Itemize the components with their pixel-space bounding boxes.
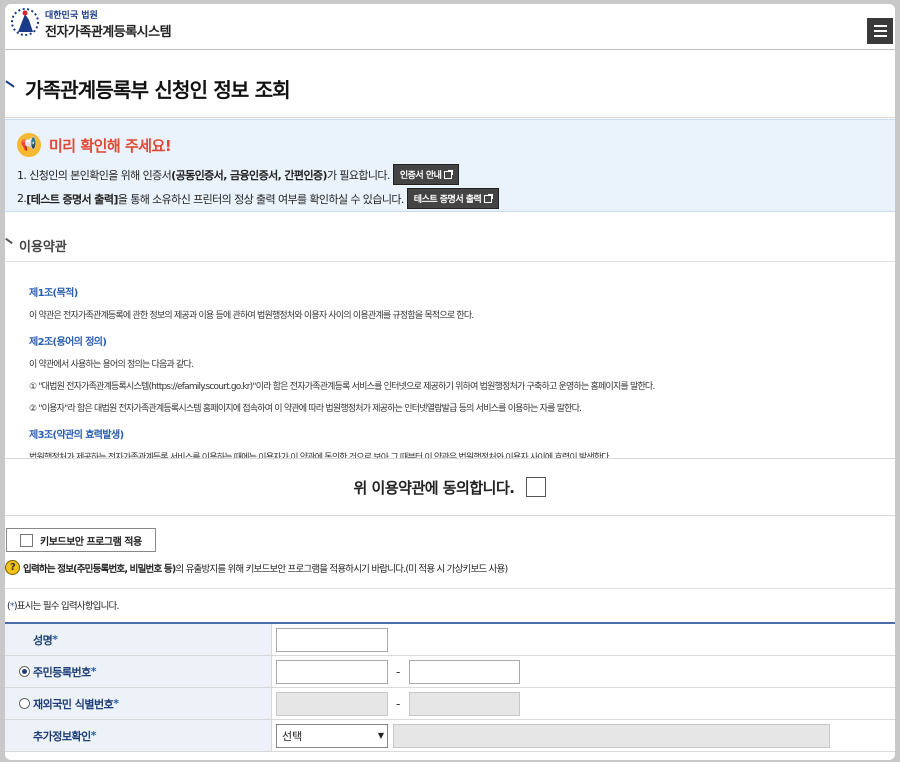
article-3-title: 제3조(약관의 효력발생)	[29, 430, 124, 441]
rrn-value-cell: -	[272, 656, 895, 687]
top-header: 대한민국 법원 전자가족관계등록시스템	[5, 4, 895, 50]
keyboard-info-bold: 입력하는 정보(주민등록번호, 비밀번호 등)	[23, 563, 176, 575]
notice-title: 미리 확인해 주세요!	[49, 137, 172, 155]
foreign-id-radio[interactable]	[19, 698, 30, 709]
article-2-title: 제2조(용어의 정의)	[29, 337, 107, 348]
form-row-extra-info: 추가정보확인 * 선택 ▼	[5, 720, 895, 752]
keyboard-security-label: 키보드보안 프로그램 적용	[40, 536, 142, 548]
article-2-intro: 이 약관에서 사용하는 용어의 정의는 다음과 같다.	[29, 360, 194, 370]
foreign-id-back-input[interactable]	[409, 691, 521, 716]
form-row-foreign-id: 재외국민 식별번호 * -	[5, 688, 895, 720]
required-note-text: )표시는 필수 입력사항입니다.	[13, 601, 120, 612]
foreign-id-value-cell: -	[272, 688, 895, 719]
required-star: *	[52, 633, 58, 646]
rrn-front-input[interactable]	[276, 659, 388, 684]
cert-guide-label: 인증서 안내	[399, 171, 442, 181]
hamburger-icon[interactable]	[867, 18, 893, 44]
article-3-body: 법원행정처가 제공하는 전자가족관계등록 서비스를 이용하는 때에는 이용자가 …	[29, 453, 612, 458]
article-2-item-2: ② "이용자"라 함은 대법원 전자가족관계등록시스템 홈페이지에 접속하여 이…	[29, 404, 582, 414]
terms-marker	[5, 237, 13, 245]
terms-scroll-area[interactable]: 제1조(목적) 이 약관은 전자가족관계등록에 관한 정보의 제공과 이용 등에…	[5, 262, 895, 458]
page-title-section: 가족관계등록부 신청인 정보 조회	[5, 50, 895, 118]
applicant-form-table: 성명 * 주민등록번호 * - 재외국민 식별번호 * - 추가정보확인 * 선…	[5, 622, 895, 752]
keyboard-security-checkbox[interactable]	[20, 533, 33, 547]
notice-text: 가 필요합니다.	[326, 168, 391, 182]
rrn-label-text: 주민등록번호	[33, 665, 91, 679]
test-print-button[interactable]: 테스트 증명서 출력	[406, 188, 500, 209]
name-label-text: 성명	[33, 633, 53, 647]
rrn-radio[interactable]	[19, 666, 30, 677]
required-star: *	[113, 697, 119, 710]
test-print-label: 테스트 증명서 출력	[413, 195, 482, 205]
foreign-id-dash: -	[396, 696, 401, 711]
dropdown-arrow-icon: ▼	[377, 731, 384, 740]
cert-guide-button[interactable]: 인증서 안내	[392, 164, 460, 185]
foreign-id-label: 재외국민 식별번호 *	[5, 688, 272, 719]
extra-info-label: 추가정보확인 *	[5, 720, 272, 751]
form-row-rrn: 주민등록번호 * -	[5, 656, 895, 688]
form-row-name: 성명 *	[5, 624, 895, 656]
rrn-back-input[interactable]	[409, 659, 521, 684]
megaphone-icon: 📢	[17, 133, 41, 157]
court-name: 대한민국 법원	[45, 11, 98, 21]
foreign-id-front-input[interactable]	[276, 691, 388, 716]
extra-info-input[interactable]	[393, 723, 830, 748]
terms-title: 이용약관	[19, 240, 67, 255]
name-input[interactable]	[276, 627, 388, 652]
keyboard-info-text: 의 유출방지를 위해 키보드보안 프로그램을 적용하시기 바랍니다.(미 적용 …	[175, 563, 508, 575]
notice-bold-text: (공동인증서, 금융인증서, 간편인증)	[171, 168, 327, 182]
extra-info-select-value: 선택	[282, 729, 303, 743]
article-1-title: 제1조(목적)	[29, 288, 78, 299]
foreign-id-label-text: 재외국민 식별번호	[33, 697, 114, 711]
terms-header: 이용약관	[5, 226, 895, 262]
external-link-icon	[444, 169, 454, 179]
article-2-item-1: ① "대법원 전자가족관계등록시스템(https://efamily.scour…	[29, 382, 655, 392]
title-marker	[5, 80, 15, 88]
system-name[interactable]: 전자가족관계등록시스템	[45, 21, 172, 40]
section-divider	[5, 588, 895, 589]
page-title: 가족관계등록부 신청인 정보 조회	[25, 78, 291, 102]
external-link-icon	[484, 193, 494, 203]
keyboard-info: ? 입력하는 정보(주민등록번호, 비밀번호 등) 의 유출방지를 위해 키보드…	[5, 560, 508, 575]
article-1-body: 이 약관은 전자가족관계등록에 관한 정보의 제공과 이용 등에 관하여 법원행…	[29, 311, 474, 321]
agree-checkbox[interactable]	[526, 477, 547, 497]
keyboard-security-button[interactable]: 키보드보안 프로그램 적용	[6, 528, 156, 552]
agree-label: 위 이용약관에 동의합니다.	[353, 478, 515, 497]
name-label: 성명 *	[5, 624, 272, 655]
notice-box: 📢 미리 확인해 주세요! 1. 신청인의 본인확인을 위해 인증서 (공동인증…	[5, 119, 895, 212]
rrn-label: 주민등록번호 *	[5, 656, 272, 687]
notice-line-1: 1. 신청인의 본인확인을 위해 인증서 (공동인증서, 금융인증서, 간편인증…	[17, 164, 460, 185]
extra-info-value-cell: 선택 ▼	[272, 720, 895, 751]
required-star: *	[90, 729, 97, 742]
required-star: *	[90, 665, 97, 678]
rrn-dash: -	[396, 664, 401, 679]
notice-text: 1. 신청인의 본인확인을 위해 인증서	[17, 168, 172, 182]
required-note: (*)표시는 필수 입력사항입니다.	[7, 598, 120, 612]
extra-info-select[interactable]: 선택 ▼	[276, 723, 388, 748]
name-value-cell	[272, 624, 895, 655]
browser-frame: 대한민국 법원 전자가족관계등록시스템 가족관계등록부 신청인 정보 조회 📢 …	[5, 4, 895, 760]
notice-text: 2.	[17, 192, 27, 205]
extra-info-label-text: 추가정보확인	[33, 729, 91, 743]
notice-line-2: 2. [테스트 증명서 출력] 을 통해 소유하신 프린터의 정상 출력 여부를…	[17, 188, 500, 209]
terms-agree-row: 위 이용약관에 동의합니다.	[5, 458, 895, 516]
question-icon: ?	[5, 560, 20, 575]
court-logo-icon	[11, 8, 39, 36]
notice-text: 을 통해 소유하신 프린터의 정상 출력 여부를 확인하실 수 있습니다.	[117, 192, 405, 206]
notice-bold-text: [테스트 증명서 출력]	[26, 192, 118, 206]
